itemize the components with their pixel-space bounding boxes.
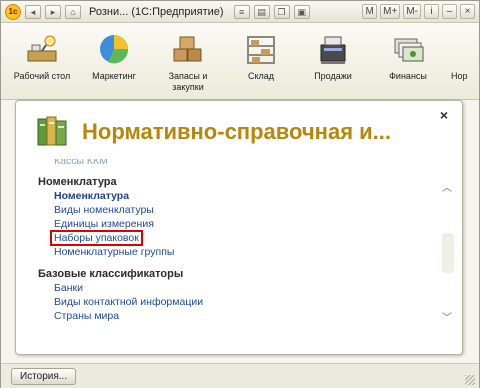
app-logo-icon[interactable]: 1с bbox=[5, 3, 21, 20]
info-icon[interactable]: i bbox=[424, 4, 439, 19]
memory-plus-button[interactable]: M+ bbox=[380, 4, 401, 19]
menu-icon[interactable]: ≡ bbox=[233, 4, 250, 19]
link-nomenclature-groups[interactable]: Номенклатурные группы bbox=[38, 245, 438, 259]
print-icon[interactable]: ▤ bbox=[253, 4, 270, 19]
reference-icon bbox=[443, 29, 479, 69]
back-icon[interactable]: ◂ bbox=[25, 4, 41, 19]
section-reference[interactable]: Нор bbox=[443, 29, 479, 82]
section-label: Маркетинг bbox=[92, 71, 136, 81]
link-packaging-sets-label: Наборы упаковок bbox=[50, 230, 143, 246]
group-title-nomenclature: Номенклатура bbox=[38, 176, 117, 188]
section-label: Продажи bbox=[314, 71, 352, 81]
link-countries[interactable]: Страны мира bbox=[38, 309, 438, 323]
paste-icon[interactable]: ▣ bbox=[293, 4, 310, 19]
section-marketing[interactable]: Маркетинг bbox=[79, 29, 149, 82]
panel-content: Кассы ККМ Номенклатура Номенклатура Виды… bbox=[38, 159, 438, 349]
window-title: Розни... (1С:Предприятие) bbox=[89, 5, 224, 18]
section-label: Склад bbox=[247, 71, 275, 81]
link-contact-info-types[interactable]: Виды контактной информации bbox=[38, 295, 438, 309]
scroll-down-icon[interactable]: ﹀ bbox=[442, 309, 452, 324]
minimize-icon[interactable]: – bbox=[442, 4, 457, 19]
link-banks[interactable]: Банки bbox=[38, 281, 438, 295]
panel-header: Нормативно-справочная и... × bbox=[16, 101, 462, 151]
section-label: Запасы и закупки bbox=[168, 71, 208, 92]
books-icon bbox=[36, 115, 70, 147]
close-icon[interactable]: × bbox=[440, 107, 448, 123]
panel-title: Нормативно-справочная и... bbox=[82, 119, 391, 144]
desktop-icon bbox=[22, 29, 62, 69]
list-item-cut[interactable]: Кассы ККМ bbox=[38, 159, 438, 167]
link-units[interactable]: Единицы измерения bbox=[38, 217, 438, 231]
boxes-icon bbox=[168, 29, 208, 69]
cash-register-icon bbox=[313, 29, 353, 69]
reference-panel: Нормативно-справочная и... × Кассы ККМ Н… bbox=[15, 100, 463, 355]
group-title-base-classifiers: Базовые классификаторы bbox=[38, 268, 184, 280]
warehouse-icon bbox=[241, 29, 281, 69]
history-button[interactable]: История... bbox=[11, 368, 77, 385]
memory-minus-button[interactable]: M- bbox=[403, 4, 421, 19]
sections-toolbar: Рабочий стол Маркетинг Запасы и закупки … bbox=[1, 23, 479, 100]
app-logo-text: 1с bbox=[8, 7, 18, 16]
app-window: 1с ◂ ▸ ⌂ Розни... (1С:Предприятие) ≡ ▤ ❐… bbox=[0, 0, 480, 388]
link-nomenclature-types[interactable]: Виды номенклатуры bbox=[38, 203, 438, 217]
section-label: Финансы bbox=[389, 71, 427, 81]
memory-button[interactable]: M bbox=[362, 4, 378, 19]
resize-grip-icon[interactable] bbox=[465, 375, 475, 385]
pie-chart-icon bbox=[94, 29, 134, 69]
finance-icon bbox=[388, 29, 428, 69]
forward-icon[interactable]: ▸ bbox=[45, 4, 61, 19]
home-icon[interactable]: ⌂ bbox=[65, 4, 81, 19]
section-stocks[interactable]: Запасы и закупки bbox=[153, 29, 223, 93]
link-packaging-sets[interactable]: Наборы упаковок bbox=[38, 230, 438, 246]
title-bar: 1с ◂ ▸ ⌂ Розни... (1С:Предприятие) ≡ ▤ ❐… bbox=[1, 1, 479, 23]
status-bar: История... bbox=[1, 363, 479, 388]
scrollbar[interactable] bbox=[442, 233, 454, 273]
section-label: Нор bbox=[451, 71, 468, 81]
section-sales[interactable]: Продажи bbox=[298, 29, 368, 82]
section-finance[interactable]: Финансы bbox=[373, 29, 443, 82]
memory-buttons: M M+ M- i – × bbox=[362, 4, 475, 19]
section-desktop[interactable]: Рабочий стол bbox=[7, 29, 77, 82]
section-warehouse[interactable]: Склад bbox=[226, 29, 296, 82]
close-window-icon[interactable]: × bbox=[460, 4, 475, 19]
copy-icon[interactable]: ❐ bbox=[273, 4, 290, 19]
scroll-up-icon[interactable]: ︿ bbox=[442, 179, 452, 194]
link-nomenclature[interactable]: Номенклатура bbox=[38, 189, 438, 203]
section-label: Рабочий стол bbox=[13, 71, 71, 81]
